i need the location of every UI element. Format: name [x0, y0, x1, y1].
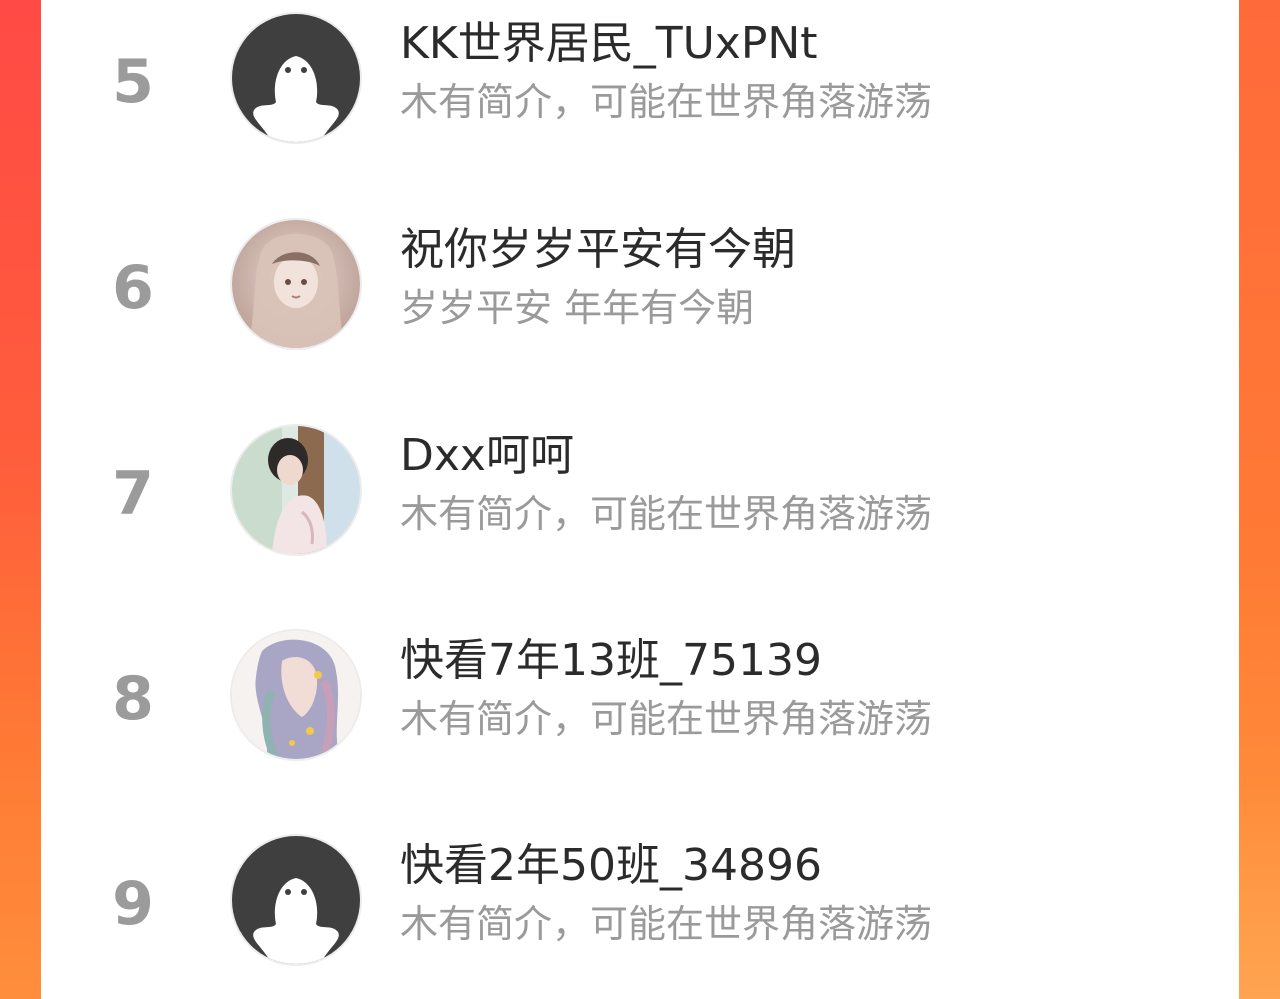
rank-number: 9	[112, 869, 154, 939]
avatar[interactable]	[230, 218, 362, 350]
user-bio: 木有简介，可能在世界角落游荡	[400, 492, 933, 536]
leaderboard-row[interactable]: 8 快看7年13班_75139 木有简介，可能在世界角落游荡	[41, 613, 1239, 793]
right-edge-glow	[1238, 780, 1280, 999]
user-name[interactable]: 快看2年50班_34896	[400, 841, 822, 890]
user-photo-avatar	[232, 220, 360, 348]
user-bio: 木有简介，可能在世界角落游荡	[400, 902, 933, 946]
avatar[interactable]	[230, 834, 362, 966]
leaderboard-row[interactable]: 7 Dxx呵呵 木有简介，可能在世界角落游荡	[41, 408, 1239, 588]
user-bio: 木有简介，可能在世界角落游荡	[400, 80, 933, 124]
avatar[interactable]	[230, 629, 362, 761]
rank-number: 5	[112, 47, 154, 117]
default-ghost-avatar-icon	[232, 14, 360, 142]
user-name[interactable]: 快看7年13班_75139	[400, 636, 822, 685]
avatar[interactable]	[230, 424, 362, 556]
user-bio: 岁岁平安 年年有今朝	[400, 286, 755, 330]
right-gradient-edge	[1238, 0, 1280, 999]
user-name[interactable]: 祝你岁岁平安有今朝	[400, 225, 796, 274]
user-photo-avatar	[232, 631, 360, 759]
leaderboard-row[interactable]: 9 快看2年50班_34896 木有简介，可能在世界角落游荡	[41, 818, 1239, 998]
leaderboard-row[interactable]: 5 KK世界居民_TUxPNt 木有简介，可能在世界角落游荡	[41, 0, 1239, 178]
leaderboard-row[interactable]: 6 祝你岁岁平安有今朝 岁岁平安 年年有今朝	[41, 202, 1239, 382]
rank-number: 8	[112, 664, 154, 734]
user-photo-avatar	[232, 426, 360, 554]
user-name[interactable]: KK世界居民_TUxPNt	[400, 19, 818, 68]
user-name[interactable]: Dxx呵呵	[400, 431, 574, 480]
avatar[interactable]	[230, 12, 362, 144]
user-bio: 木有简介，可能在世界角落游荡	[400, 697, 933, 741]
rank-number: 6	[112, 253, 154, 323]
default-ghost-avatar-icon	[232, 836, 360, 964]
rank-number: 7	[112, 459, 154, 529]
leaderboard-card: 5 KK世界居民_TUxPNt 木有简介，可能在世界角落游荡 6 祝你岁岁平安有…	[41, 0, 1239, 999]
